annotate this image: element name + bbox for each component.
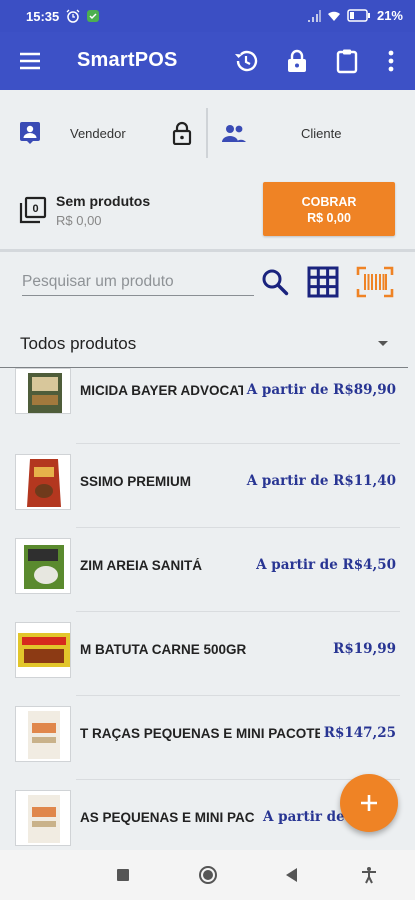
charge-amount: R$ 0,00 — [307, 211, 351, 225]
product-item[interactable]: SSIMO PREMIUM A partir de R$11,40 — [0, 444, 415, 528]
vendor-label[interactable]: Vendedor — [70, 126, 126, 141]
product-thumbnail — [15, 368, 71, 414]
wifi-icon — [327, 11, 340, 21]
product-thumbnail — [15, 538, 71, 594]
charge-button[interactable]: COBRAR R$ 0,00 — [263, 182, 395, 236]
cart-count-icon: 0 — [19, 196, 47, 224]
cart-summary: 0 Sem produtos R$ 0,00 COBRAR R$ 0,00 — [0, 176, 415, 248]
home-icon[interactable] — [198, 865, 218, 885]
product-name: ZIM AREIA SANITÁ — [80, 558, 202, 573]
barcode-scan-icon[interactable] — [356, 266, 394, 298]
accessibility-icon[interactable] — [360, 866, 378, 884]
add-product-button[interactable] — [340, 774, 398, 832]
recents-icon[interactable] — [114, 866, 132, 884]
plus-icon — [361, 795, 377, 811]
cart-count: 0 — [32, 203, 38, 215]
product-price: R$147,25 — [319, 725, 396, 741]
cart-title: Sem produtos — [56, 193, 151, 209]
product-item[interactable]: MICIDA BAYER ADVOCATE A partir de R$89,9… — [0, 368, 415, 444]
alarm-icon — [66, 9, 80, 23]
product-item[interactable]: ZIM AREIA SANITÁ A partir de R$4,50 — [0, 528, 415, 612]
product-name: AS PEQUENAS E MINI PACO — [80, 810, 255, 825]
back-icon[interactable] — [283, 866, 301, 884]
status-time: 15:35 — [26, 9, 60, 24]
system-nav-bar — [0, 850, 415, 900]
grid-view-icon[interactable] — [307, 266, 339, 298]
party-row: Vendedor Cliente — [0, 90, 415, 176]
vendor-lock-icon[interactable] — [172, 121, 192, 145]
vendor-icon[interactable] — [19, 121, 41, 145]
product-thumbnail — [15, 790, 71, 846]
product-price: R$19,99 — [329, 641, 396, 657]
charge-label: COBRAR — [301, 195, 357, 209]
product-thumbnail — [15, 706, 71, 762]
lock-icon[interactable] — [284, 48, 310, 74]
search-icon[interactable] — [261, 268, 289, 296]
client-icon[interactable] — [221, 123, 247, 143]
product-item[interactable]: M BATUTA CARNE 500GR R$19,99 — [0, 612, 415, 696]
section-divider — [0, 249, 415, 252]
signal-icon — [307, 9, 321, 22]
product-thumbnail — [15, 454, 71, 510]
product-price: A partir de R$11,40 — [242, 473, 396, 489]
history-icon[interactable] — [233, 48, 259, 74]
product-name: M BATUTA CARNE 500GR — [80, 642, 247, 657]
app-bar: SmartPOS — [0, 32, 415, 90]
party-divider — [206, 108, 208, 158]
app-title: SmartPOS — [77, 49, 178, 71]
category-select[interactable]: Todos produtos — [0, 322, 408, 368]
clipboard-icon[interactable] — [334, 48, 360, 74]
status-bar: 15:35 21% — [0, 0, 415, 32]
product-name: SSIMO PREMIUM — [80, 474, 192, 489]
product-price: A partir de R$4,50 — [252, 557, 396, 573]
category-selected: Todos produtos — [20, 334, 137, 353]
product-name: T RAÇAS PEQUENAS E MINI PACOTE — [80, 726, 324, 741]
client-label[interactable]: Cliente — [301, 126, 341, 141]
battery-icon — [347, 9, 370, 22]
menu-icon[interactable] — [18, 49, 42, 73]
battery-level: 21% — [376, 8, 403, 23]
product-item[interactable]: T RAÇAS PEQUENAS E MINI PACOTE R$147,25 — [0, 696, 415, 780]
more-vert-icon[interactable] — [378, 48, 404, 74]
product-thumbnail — [15, 622, 71, 678]
cart-total: R$ 0,00 — [56, 213, 102, 228]
product-price: A partir de R$89,90 — [242, 382, 396, 398]
search-input[interactable] — [22, 268, 254, 296]
chevron-down-icon — [378, 341, 388, 346]
app-notification-icon — [87, 10, 99, 22]
